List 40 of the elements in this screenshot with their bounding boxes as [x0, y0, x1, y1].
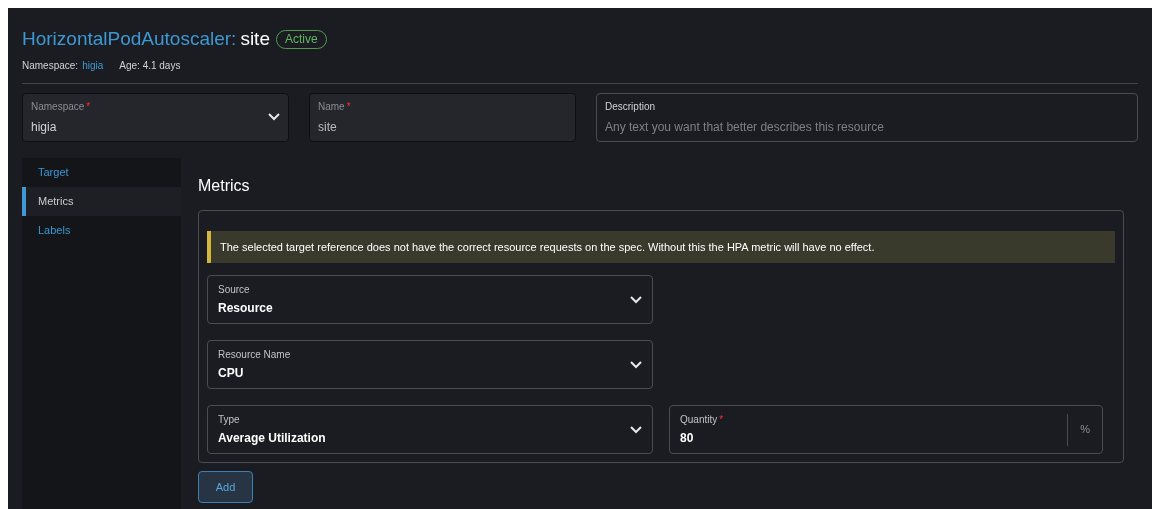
resource-name: site: [240, 27, 270, 51]
field-placeholder: Any text you want that better describes this resource: [605, 118, 885, 136]
namespace-link[interactable]: higia: [82, 57, 104, 73]
field-label: Description: [605, 99, 657, 114]
age-text: Age: 4.1 days: [119, 58, 181, 73]
page-title: HorizontalPodAutoscaler:: [22, 27, 237, 51]
sidebar-item[interactable]: Labels: [22, 215, 181, 245]
sidebar-item[interactable]: Metrics: [22, 186, 181, 216]
field-value: 80: [680, 430, 695, 447]
field-label: Type: [218, 413, 241, 427]
chevron-down-icon: [268, 113, 280, 121]
field-label: Source: [218, 283, 251, 297]
chevron-down-icon: [630, 295, 642, 304]
required-marker: *: [346, 100, 351, 112]
section-title: Metrics: [198, 175, 251, 196]
sidebar-item[interactable]: Target: [22, 157, 181, 187]
add-button[interactable]: Add: [198, 471, 253, 503]
field-label: Resource Name: [218, 348, 292, 362]
field-label: Quantity *: [680, 413, 725, 427]
chevron-down-icon: [630, 360, 642, 369]
metric-select[interactable]: Source Resource: [207, 275, 653, 324]
metric-select[interactable]: Resource Name CPU: [207, 340, 653, 389]
select-value: CPU: [218, 365, 245, 382]
select-value: Average Utilization: [218, 430, 327, 447]
chevron-down-icon: [630, 425, 642, 434]
namespace-label: Namespace:: [22, 58, 79, 73]
required-marker: *: [719, 414, 724, 425]
namespace-select[interactable]: Namespace * higia: [22, 92, 289, 142]
quantity-field[interactable]: Quantity * 80 %: [669, 405, 1103, 454]
name-field[interactable]: Name * site: [309, 92, 576, 142]
field-value: site: [318, 118, 338, 136]
select-value: Resource: [218, 300, 274, 317]
description-field[interactable]: Description Any text you want that better describes this resource: [596, 92, 1138, 142]
select-value: higia: [31, 118, 58, 136]
warning-banner: The selected target reference does not have the correct resource requests on the spec. Without this the HPA metric will have no effect.: [207, 230, 1115, 263]
field-label: Name *: [318, 99, 352, 114]
required-marker: *: [86, 100, 91, 112]
unit-suffix: %: [1080, 422, 1090, 438]
metric-select[interactable]: Type Average Utilization: [207, 405, 653, 454]
field-label: Namespace *: [31, 99, 92, 114]
